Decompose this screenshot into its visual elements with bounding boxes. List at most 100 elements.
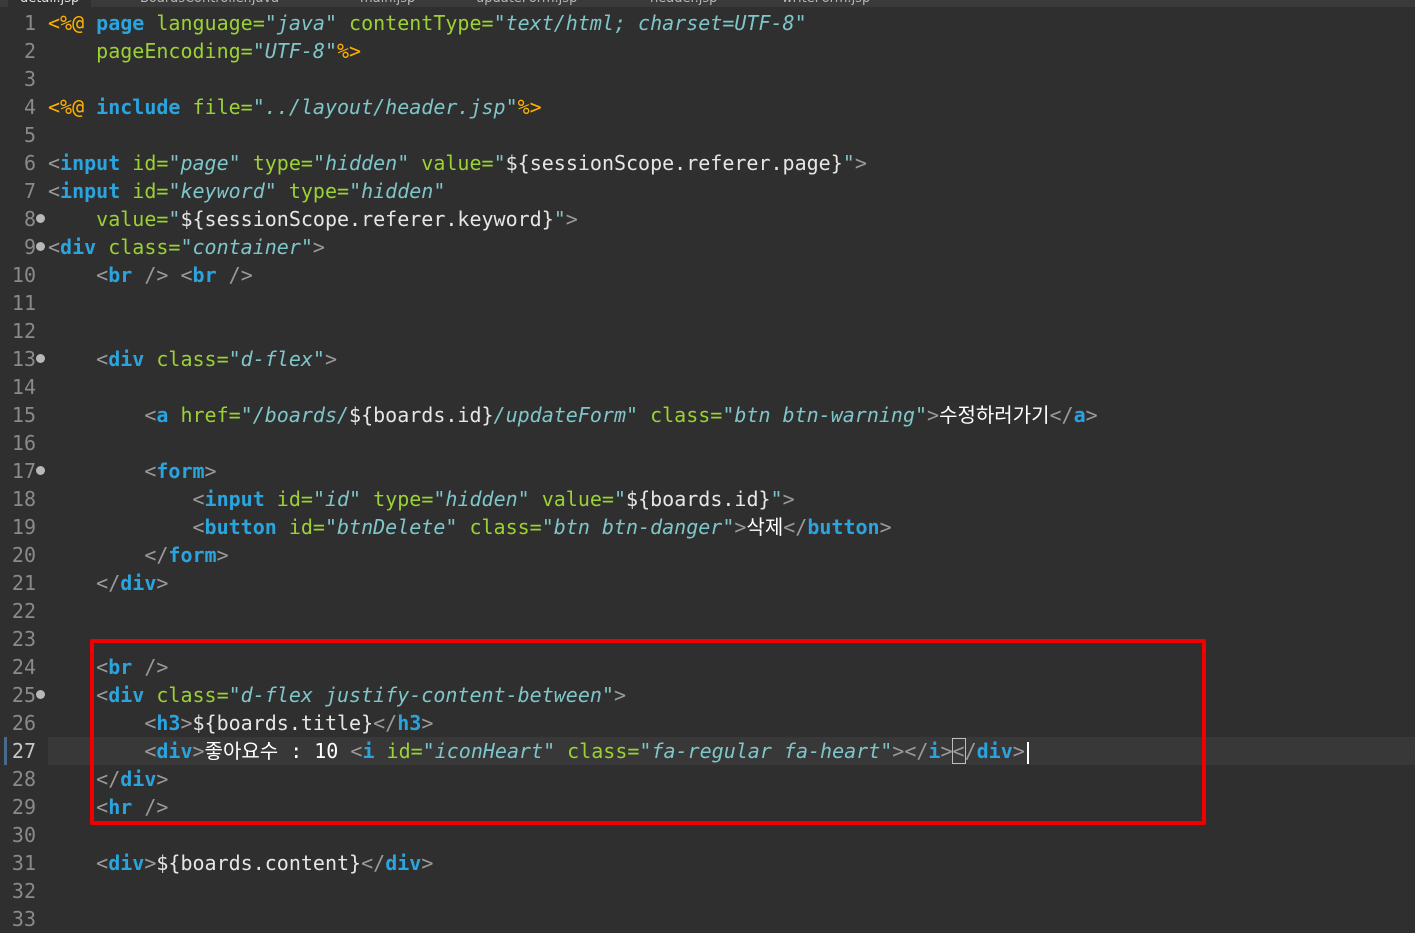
code-line[interactable]: <button id="btnDelete" class="btn btn-da…	[48, 513, 891, 541]
fold-toggle-icon[interactable]	[36, 466, 45, 475]
line-number: 31	[11, 851, 36, 875]
code-token: "id"	[312, 487, 362, 511]
editor-tab-bar: detail.jsp BoardsController.java main.jsp u…	[0, 0, 1415, 7]
code-token: "	[553, 207, 566, 231]
code-line[interactable]: <input id="id" type="hidden" value="${bo…	[48, 485, 795, 513]
code-token: /updateForm"	[493, 403, 639, 427]
code-token: ${boards.content}	[156, 851, 362, 875]
code-token: "	[613, 487, 627, 511]
code-token: br	[192, 263, 217, 287]
code-token: >	[854, 151, 867, 175]
line-number: 10	[11, 263, 36, 287]
code-token: >	[782, 487, 795, 511]
code-token: div	[385, 851, 422, 875]
code-token: page	[96, 11, 145, 35]
tab-writeform-jsp[interactable]: writeForm.jsp	[770, 0, 882, 7]
code-line[interactable]: <%@ page language="java" contentType="te…	[48, 9, 807, 37]
code-line[interactable]: value="${sessionScope.referer.keyword}">	[48, 205, 578, 233]
code-token: />	[216, 263, 253, 287]
code-token: >	[324, 347, 338, 371]
code-line[interactable]: </form>	[48, 541, 228, 569]
code-token: "hidden"	[433, 487, 530, 511]
line-number: 7	[23, 179, 36, 203]
code-token: <	[48, 487, 205, 511]
code-token: id=	[120, 179, 169, 203]
code-token: </	[48, 571, 121, 595]
fold-toggle-icon[interactable]	[36, 214, 45, 223]
code-token: div	[108, 347, 145, 371]
code-token: id=	[120, 151, 169, 175]
code-line[interactable]: <a href="/boards/${boards.id}/updateForm…	[48, 401, 1097, 429]
line-number: 12	[11, 319, 36, 343]
code-line[interactable]: <br /> <br />	[48, 261, 253, 289]
code-token: "btnDelete"	[324, 515, 458, 539]
code-token: ${boards.id}	[626, 487, 771, 511]
code-token: "btn btn-warning"	[722, 403, 928, 427]
code-token: ${sessionScope.referer.keyword}	[180, 207, 554, 231]
tab-updateform-jsp[interactable]: updateForm.jsp	[464, 0, 589, 7]
code-token: ${boards.id}	[349, 403, 494, 427]
code-line[interactable]: <div class="container">	[48, 233, 325, 261]
line-number: 26	[11, 711, 36, 735]
code-line[interactable]: <input id="keyword" type="hidden"	[48, 177, 445, 205]
code-token: div	[60, 235, 97, 259]
line-number: 19	[11, 515, 36, 539]
code-line[interactable]: <form>	[48, 457, 217, 485]
code-token: class=	[96, 235, 181, 259]
line-number: 24	[11, 655, 36, 679]
code-token: "	[770, 487, 783, 511]
code-token: contentType=	[337, 11, 494, 35]
code-token: "hidden"	[349, 179, 446, 203]
line-number: 13	[11, 347, 36, 371]
code-token: "	[842, 151, 855, 175]
code-token: language=	[144, 11, 265, 35]
code-token: </	[48, 543, 169, 567]
code-line[interactable]: pageEncoding="UTF-8"%>	[48, 37, 361, 65]
code-token: value=	[409, 151, 494, 175]
code-line[interactable]: <input id="page" type="hidden" value="${…	[48, 149, 867, 177]
code-token: >	[927, 403, 940, 427]
tab-boardscontroller-java[interactable]: BoardsController.java	[128, 0, 291, 7]
line-number: 18	[11, 487, 36, 511]
code-token: </	[783, 515, 808, 539]
line-number: 6	[23, 151, 36, 175]
code-token: id=	[264, 487, 313, 511]
line-number: 15	[11, 403, 36, 427]
tab-main-jsp[interactable]: main.jsp	[348, 0, 427, 7]
line-number: 4	[23, 95, 36, 119]
code-line[interactable]: <div class="d-flex">	[48, 345, 337, 373]
line-number-gutter: 1 2 3 4 5 6 7 8 9 10 11 12 13 14 15 16 17 18 19 20 21 22 23 24 2…	[0, 9, 48, 931]
code-token: <	[48, 403, 157, 427]
line-number: 23	[11, 627, 36, 651]
code-token: >	[204, 459, 217, 483]
code-line[interactable]: <%@ include file="../layout/header.jsp"%…	[48, 93, 542, 121]
code-line[interactable]: <div>${boards.content}</div>	[48, 849, 433, 877]
fold-toggle-icon[interactable]	[36, 242, 45, 251]
code-token: >	[156, 571, 169, 595]
code-token: "btn btn-danger"	[541, 515, 735, 539]
line-number: 21	[11, 571, 36, 595]
code-token: type=	[276, 179, 350, 203]
code-token: "d-flex"	[228, 347, 325, 371]
code-token: a	[1073, 403, 1086, 427]
code-token: >	[734, 515, 747, 539]
line-number: 17	[11, 459, 36, 483]
code-line[interactable]: </div>	[48, 569, 168, 597]
line-number: 8	[23, 207, 36, 231]
code-token: value=	[529, 487, 614, 511]
code-token: br	[108, 263, 133, 287]
tab-header-jsp[interactable]: header.jsp	[638, 0, 729, 7]
code-token: >	[565, 207, 578, 231]
code-token: input	[60, 179, 121, 203]
code-token: pageEncoding=	[48, 39, 253, 63]
line-number: 1	[23, 11, 36, 35]
code-token: input	[60, 151, 121, 175]
code-token: <	[48, 263, 109, 287]
fold-toggle-icon[interactable]	[36, 354, 45, 363]
tab-detail-jsp[interactable]: detail.jsp	[8, 0, 92, 7]
line-number: 29	[11, 795, 36, 819]
fold-toggle-icon[interactable]	[36, 690, 45, 699]
code-token: file=	[180, 95, 253, 119]
code-token: <	[48, 515, 205, 539]
code-token: <%@	[48, 95, 97, 119]
